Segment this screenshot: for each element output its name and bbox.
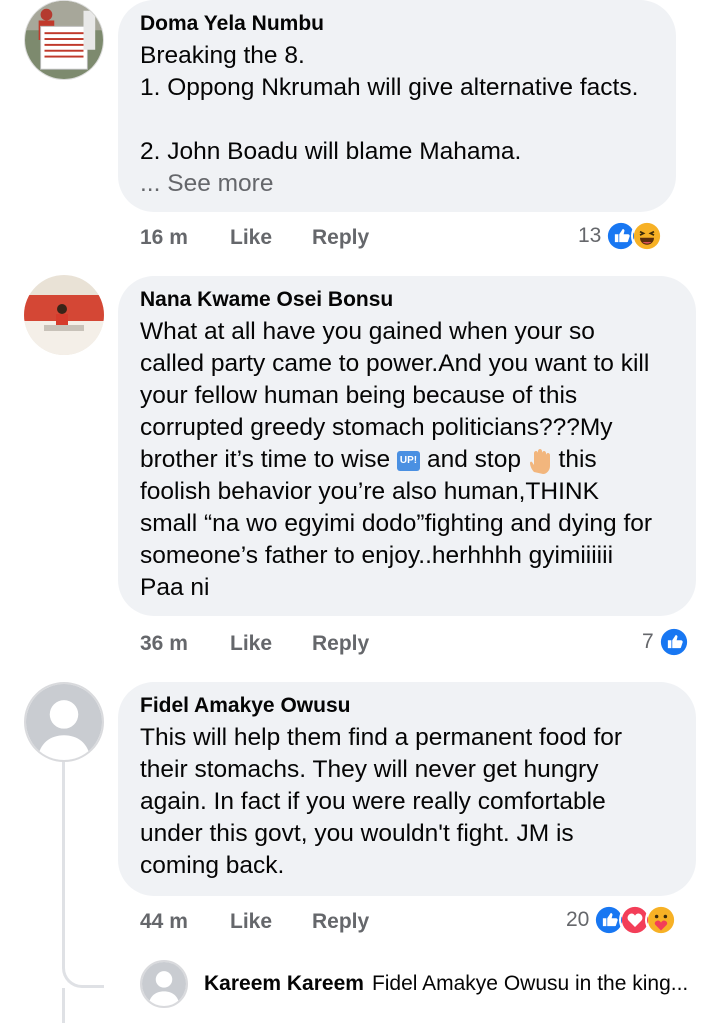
like-icon bbox=[657, 626, 690, 658]
reply-button[interactable]: Reply bbox=[312, 226, 369, 250]
comment-bubble: Doma Yela Numbu Breaking the 8. 1. Oppon… bbox=[118, 0, 676, 212]
reaction-summary[interactable]: 7 bbox=[642, 626, 690, 658]
like-button[interactable]: Like bbox=[230, 632, 312, 656]
reaction-count: 20 bbox=[566, 908, 590, 931]
reply-button[interactable]: Reply bbox=[312, 910, 369, 934]
up-emoji: UP! bbox=[396, 450, 421, 471]
avatar[interactable] bbox=[24, 682, 104, 762]
comment-author[interactable]: Nana Kwame Osei Bonsu bbox=[140, 288, 674, 312]
like-button[interactable]: Like bbox=[230, 910, 312, 934]
care-icon bbox=[645, 904, 678, 936]
comment-bubble: Fidel Amakye Owusu This will help them f… bbox=[118, 682, 696, 896]
reaction-count: 13 bbox=[578, 224, 602, 247]
haha-icon bbox=[631, 220, 664, 252]
comment-text: Breaking the 8. 1. Oppong Nkrumah will g… bbox=[140, 42, 639, 165]
thread-branch bbox=[62, 958, 104, 988]
thread-line bbox=[62, 760, 65, 960]
raised-hand-icon bbox=[528, 448, 552, 474]
see-more-link[interactable]: ... See more bbox=[140, 168, 654, 200]
like-button[interactable]: Like bbox=[230, 226, 312, 250]
timestamp[interactable]: 44 m bbox=[140, 910, 230, 934]
comment-actions: 44 m Like Reply bbox=[140, 910, 369, 934]
comment-author[interactable]: Fidel Amakye Owusu bbox=[140, 694, 674, 718]
comment-text: What at all have you gained when your so… bbox=[140, 316, 674, 604]
reply-button[interactable]: Reply bbox=[312, 632, 369, 656]
thread-line bbox=[62, 988, 65, 1023]
avatar[interactable] bbox=[140, 960, 188, 1008]
comment-text: This will help them find a permanent foo… bbox=[140, 724, 623, 879]
comment-actions: 36 m Like Reply bbox=[140, 632, 369, 656]
avatar[interactable] bbox=[24, 0, 104, 80]
reply-preview[interactable]: Kareem Kareem Fidel Amakye Owusu in the … bbox=[140, 960, 688, 1008]
comment-actions: 16 m Like Reply bbox=[140, 226, 369, 250]
reply-text: Fidel Amakye Owusu in the king... bbox=[371, 972, 689, 995]
reaction-summary[interactable]: 20 bbox=[566, 904, 678, 936]
comment-bubble: Nana Kwame Osei Bonsu What at all have y… bbox=[118, 276, 696, 616]
comment-text-part: and stop bbox=[420, 446, 528, 473]
avatar[interactable] bbox=[24, 275, 104, 355]
timestamp[interactable]: 36 m bbox=[140, 632, 230, 656]
comment-author[interactable]: Doma Yela Numbu bbox=[140, 12, 654, 36]
reply-author[interactable]: Kareem Kareem bbox=[204, 972, 364, 996]
reaction-summary[interactable]: 13 bbox=[578, 220, 664, 252]
reaction-count: 7 bbox=[642, 630, 654, 653]
timestamp[interactable]: 16 m bbox=[140, 226, 230, 250]
